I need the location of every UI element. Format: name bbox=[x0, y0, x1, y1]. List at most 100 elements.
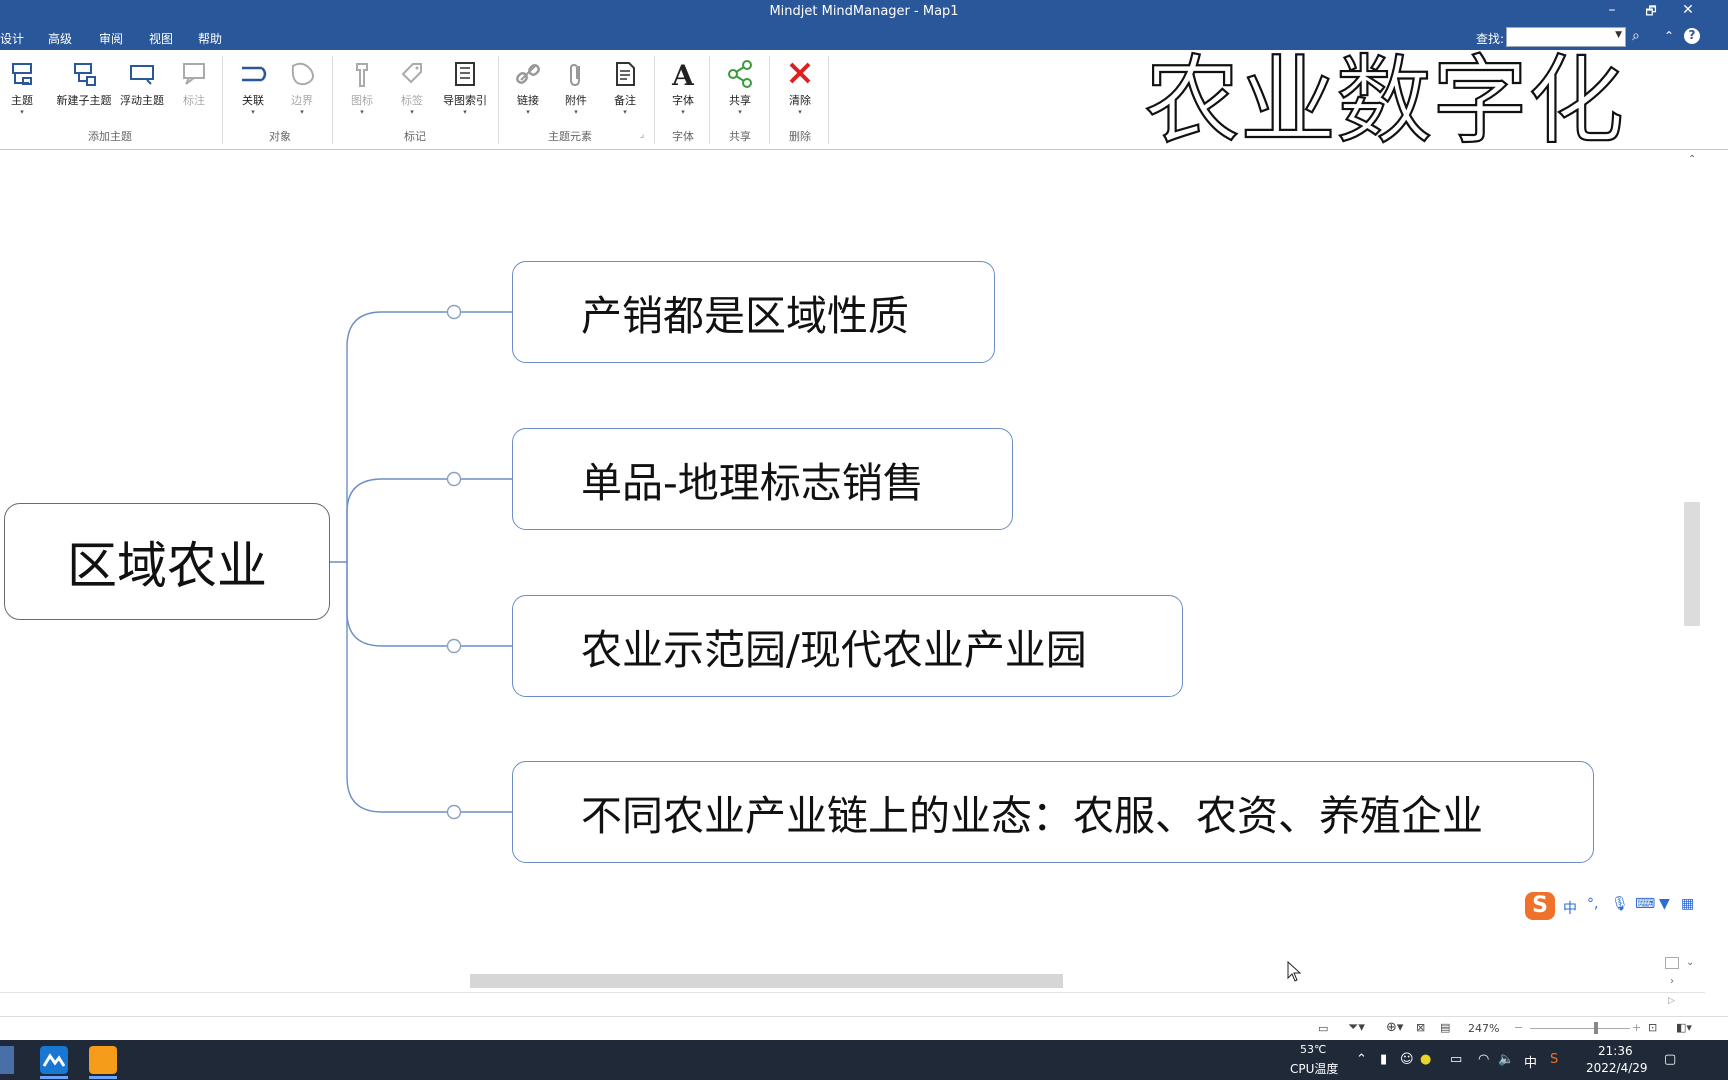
map-index-icon bbox=[455, 62, 475, 86]
floating-topic-icon bbox=[130, 65, 154, 85]
map-index-label: 导图索引 bbox=[443, 94, 487, 107]
menu-view[interactable]: 视图 bbox=[149, 30, 173, 47]
collapse-ribbon-icon[interactable]: ⌃ bbox=[1664, 29, 1674, 43]
skin-shirt-icon[interactable]: ▼ bbox=[1659, 896, 1670, 912]
subtopic-3[interactable]: 农业示范园/现代农业产业园 bbox=[512, 595, 1183, 697]
menu-design[interactable]: 设计 bbox=[0, 30, 24, 47]
subtopic-label: 新建子主题 bbox=[56, 94, 112, 107]
ime-toolbar[interactable]: S 中 °, 🎙 ⌨ ▼ ▦ bbox=[1525, 892, 1705, 922]
boundary-icon bbox=[291, 62, 314, 86]
clear-button[interactable]: 清除 ▾ bbox=[773, 58, 827, 120]
outline-view-icon[interactable]: ▤ bbox=[1440, 1021, 1450, 1034]
page-view-icon[interactable] bbox=[1665, 957, 1679, 969]
topic-button[interactable]: 主题 ▾ bbox=[0, 58, 49, 120]
keyboard-icon[interactable]: ⌨ bbox=[1635, 896, 1655, 912]
collapse-node[interactable] bbox=[446, 471, 462, 487]
collapse-node[interactable] bbox=[446, 638, 462, 654]
horizontal-scroll-thumb[interactable] bbox=[470, 974, 1063, 988]
subtopic-1[interactable]: 产销都是区域性质 bbox=[512, 261, 995, 363]
tag-button[interactable]: 标签 ▾ bbox=[385, 58, 439, 120]
restore-button[interactable]: 🗗 bbox=[1638, 2, 1664, 23]
menu-review[interactable]: 审阅 bbox=[99, 30, 123, 47]
link-button[interactable]: 链接 ▾ bbox=[501, 58, 555, 120]
vertical-scroll-thumb[interactable] bbox=[1684, 502, 1700, 626]
chevron-down-icon[interactable]: ⌄ bbox=[1686, 957, 1694, 968]
menu-help[interactable]: 帮助 bbox=[198, 30, 222, 47]
sogou-logo-icon[interactable]: S bbox=[1525, 892, 1555, 920]
clock-time[interactable]: 21:36 bbox=[1598, 1044, 1633, 1058]
panel-expand-icon[interactable]: ▷ bbox=[1668, 996, 1675, 1006]
subtopic-2[interactable]: 单品-地理标志销售 bbox=[512, 428, 1013, 530]
help-icon[interactable]: ? bbox=[1684, 28, 1700, 44]
scroll-right-icon[interactable]: › bbox=[1670, 976, 1674, 987]
callout-button[interactable]: 标注 bbox=[167, 58, 221, 120]
minimize-button[interactable]: – bbox=[1599, 2, 1625, 18]
menu-advanced[interactable]: 高级 bbox=[48, 30, 72, 47]
active-indicator bbox=[40, 1076, 68, 1079]
share-button[interactable]: 共享 ▾ bbox=[713, 58, 767, 120]
watermark-title: 农业数字化 bbox=[1143, 44, 1625, 152]
ribbon-separator bbox=[769, 56, 770, 144]
dialog-launcher-icon[interactable]: ⌟ bbox=[640, 130, 644, 140]
zoom-level[interactable]: 247% bbox=[1468, 1022, 1499, 1035]
people-tray-icon[interactable]: ☺ bbox=[1400, 1052, 1414, 1067]
pane-toggle-icon[interactable]: ◧▾ bbox=[1676, 1021, 1692, 1034]
topic-label: 主题 bbox=[11, 94, 33, 107]
punctuation-icon[interactable]: °, bbox=[1587, 896, 1598, 912]
sogou-tray-icon[interactable]: S bbox=[1550, 1052, 1558, 1067]
app-tray-icon[interactable]: ● bbox=[1420, 1052, 1431, 1067]
relationship-button[interactable]: 关联 ▾ bbox=[226, 58, 280, 120]
mouse-cursor-icon bbox=[1287, 961, 1302, 982]
group-objects: 对象 bbox=[269, 130, 291, 143]
taskbar-app-icon[interactable] bbox=[0, 1046, 14, 1074]
font-label: 字体 bbox=[672, 94, 694, 107]
ribbon-separator bbox=[709, 56, 710, 144]
show-hidden-icons-icon[interactable]: ⌃ bbox=[1356, 1052, 1367, 1067]
subtopic-icon bbox=[74, 63, 96, 86]
microphone-tray-icon[interactable]: ▮ bbox=[1380, 1052, 1387, 1067]
collapse-node[interactable] bbox=[446, 804, 462, 820]
layout-icon[interactable]: ⊕▾ bbox=[1386, 1020, 1403, 1035]
zoom-slider-thumb[interactable] bbox=[1594, 1022, 1598, 1034]
clock-date[interactable]: 2022/4/29 bbox=[1586, 1061, 1648, 1075]
central-topic[interactable]: 区域农业 bbox=[4, 503, 330, 620]
notes-button[interactable]: 备注 ▾ bbox=[598, 58, 652, 120]
zoom-in-icon[interactable]: + bbox=[1632, 1021, 1641, 1034]
battery-icon[interactable]: ▭ bbox=[1450, 1052, 1462, 1067]
map-canvas[interactable]: 区域农业 产销都是区域性质 单品-地理标志销售 农业示范园/现代农业产业园 不同… bbox=[0, 152, 1705, 980]
collapse-node[interactable] bbox=[446, 304, 462, 320]
filter-icon[interactable]: ⏷▾ bbox=[1348, 1020, 1365, 1035]
close-button[interactable]: ✕ bbox=[1675, 2, 1701, 18]
subtopic-4[interactable]: 不同农业产业链上的业态：农服、农资、养殖企业 bbox=[512, 761, 1594, 863]
fit-map-icon[interactable]: ⊡ bbox=[1648, 1021, 1657, 1034]
mindmanager-taskbar-icon[interactable] bbox=[40, 1046, 68, 1074]
map-index-button[interactable]: 导图索引 ▾ bbox=[437, 58, 493, 120]
floating-topic-button[interactable]: 浮动主题 bbox=[116, 58, 168, 120]
input-language[interactable]: 中 bbox=[1524, 1052, 1537, 1071]
network-icon[interactable]: ◠ bbox=[1478, 1052, 1489, 1067]
scroll-up-icon[interactable]: ⌃ bbox=[1688, 154, 1696, 165]
attachment-button[interactable]: 附件 ▾ bbox=[549, 58, 603, 120]
wps-taskbar-icon[interactable] bbox=[89, 1046, 117, 1074]
search-dropdown-icon[interactable]: ▼ bbox=[1615, 30, 1622, 40]
group-markers: 标记 bbox=[404, 130, 426, 143]
icon-button[interactable]: 图标 ▾ bbox=[335, 58, 389, 120]
font-button[interactable]: A 字体 ▾ bbox=[656, 58, 710, 120]
task-pane-icon[interactable]: ▭ bbox=[1318, 1022, 1328, 1035]
ime-mode[interactable]: 中 bbox=[1563, 898, 1577, 918]
zoom-out-icon[interactable]: − bbox=[1514, 1021, 1523, 1034]
notes-label: 备注 bbox=[614, 94, 636, 107]
title-bar: Mindjet MindManager - Map1 – 🗗 ✕ bbox=[0, 0, 1728, 25]
toolbox-grid-icon[interactable]: ▦ bbox=[1681, 896, 1694, 912]
volume-icon[interactable]: 🔈 bbox=[1498, 1052, 1514, 1067]
zoom-slider[interactable] bbox=[1530, 1028, 1630, 1029]
microphone-icon[interactable]: 🎙 bbox=[1611, 896, 1629, 912]
floating-topic-label: 浮动主题 bbox=[120, 94, 164, 107]
notification-center-icon[interactable]: ▢ bbox=[1664, 1052, 1676, 1067]
new-subtopic-button[interactable]: 新建子主题 bbox=[52, 58, 116, 120]
tag-label: 标签 bbox=[401, 94, 423, 107]
ribbon-separator bbox=[654, 56, 655, 144]
map-view-icon[interactable]: ⊠ bbox=[1416, 1021, 1425, 1034]
group-share: 共享 bbox=[729, 130, 751, 143]
boundary-button[interactable]: 边界 ▾ bbox=[275, 58, 329, 120]
